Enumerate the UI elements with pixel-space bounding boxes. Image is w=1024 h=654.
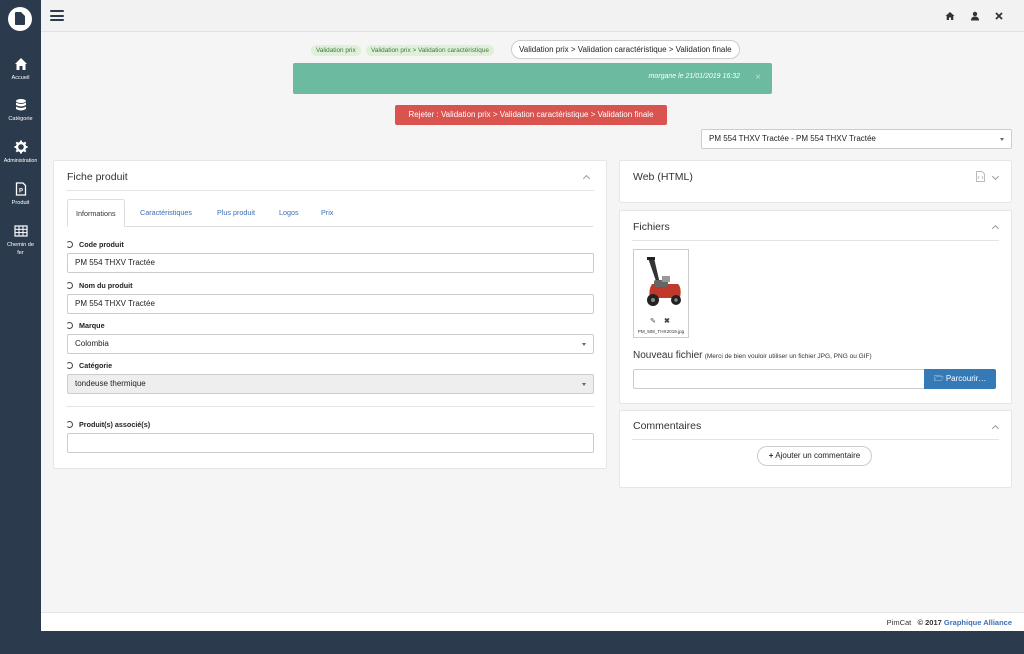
lawn-mower-image [647, 257, 681, 306]
tab-prix[interactable]: Prix [321, 199, 333, 227]
expand-icon[interactable] [991, 172, 1000, 181]
categorie-label: Catégorie [66, 361, 112, 370]
web-html-panel: Web (HTML) [619, 160, 1012, 203]
workflow-step-2[interactable]: Validation prix > Validation caractérist… [366, 45, 494, 56]
alert-close-icon[interactable]: × [755, 72, 761, 83]
svg-text:P: P [18, 189, 22, 195]
code-produit-field[interactable]: PM 554 THXV Tractée [67, 253, 594, 273]
tab-plus-produit[interactable]: Plus produit [217, 199, 255, 227]
document-logo-icon [15, 12, 25, 25]
marque-label: Marque [66, 321, 105, 330]
file-name: PM_508_THX2019.jpg [637, 329, 685, 334]
history-icon[interactable] [66, 282, 73, 289]
footer-app: PimCat [886, 618, 912, 627]
close-icon[interactable] [994, 11, 1004, 21]
chevron-down-icon [1000, 138, 1004, 141]
divider [66, 406, 594, 407]
browse-button[interactable]: 🗁 Parcourir… [924, 369, 996, 389]
categorie-select: tondeuse thermique [67, 374, 594, 394]
history-icon[interactable] [66, 241, 73, 248]
database-icon [15, 99, 26, 111]
gear-icon [14, 140, 27, 154]
divider [632, 240, 999, 241]
tab-logos[interactable]: Logos [279, 199, 299, 227]
panel-title: Fiche produit [67, 171, 128, 183]
tab-caracteristiques[interactable]: Caractéristiques [140, 199, 192, 227]
workflow-step-1[interactable]: Validation prix [311, 45, 361, 56]
product-tabs: Informations Caractéristiques Plus produ… [67, 199, 593, 227]
edit-icon[interactable]: ✎ [650, 317, 656, 325]
plus-icon: + [768, 451, 774, 460]
footer-text: PimCat © 2017 Graphique Alliance [887, 613, 1012, 632]
categorie-value: tondeuse thermique [75, 379, 146, 388]
app-logo[interactable] [8, 7, 32, 31]
nom-produit-field[interactable]: PM 554 THXV Tractée [67, 294, 594, 314]
marque-value: Colombia [75, 339, 109, 348]
panel-title: Commentaires [633, 420, 702, 432]
file-type-hint: (Merci de bien vouloir utiliser un fichi… [704, 353, 872, 360]
file-code-icon[interactable] [976, 171, 985, 182]
sidebar: Accueil Catégorie Administration P Produ… [0, 0, 41, 654]
delete-icon[interactable]: ✖ [664, 317, 670, 325]
history-icon[interactable] [66, 322, 73, 329]
collapse-icon[interactable] [582, 174, 591, 183]
chevron-down-icon [582, 343, 586, 346]
alert-message: morgane le 21/01/2019 16:32 [648, 73, 740, 80]
home-icon[interactable] [945, 11, 955, 21]
tab-informations[interactable]: Informations [67, 199, 125, 227]
product-select[interactable]: PM 554 THXV Tractée - PM 554 THXV Tracté… [701, 129, 1012, 149]
history-icon[interactable] [66, 421, 73, 428]
folder-open-icon: 🗁 [933, 374, 944, 383]
main-content: Validation prix Validation prix > Valida… [41, 32, 1024, 612]
sidebar-item-categorie[interactable]: Catégorie [0, 98, 41, 123]
home-icon [14, 58, 27, 70]
bottom-strip [41, 631, 1024, 654]
sidebar-item-administration[interactable]: Administration [0, 140, 41, 165]
collapse-icon[interactable] [991, 224, 1000, 233]
sidebar-item-label: Accueil [11, 75, 30, 81]
document-icon: P [15, 182, 26, 196]
fichiers-panel: Fichiers ✎ ✖ PM_508_THX2019.jpg Nouveau … [619, 210, 1012, 404]
commentaires-panel: Commentaires + Ajouter un commentaire [619, 410, 1012, 488]
panel-title: Web (HTML) [633, 171, 693, 183]
workflow-step-current[interactable]: Validation prix > Validation caractérist… [511, 40, 740, 59]
add-comment-button[interactable]: + Ajouter un commentaire [757, 446, 872, 466]
chevron-down-icon [582, 383, 586, 386]
panel-title: Fichiers [633, 221, 670, 233]
sidebar-item-accueil[interactable]: Accueil [0, 57, 41, 82]
footer-copyright: © 2017 [917, 618, 942, 627]
product-select-value: PM 554 THXV Tractée - PM 554 THXV Tracté… [709, 134, 876, 143]
nom-produit-label: Nom du produit [66, 281, 133, 290]
user-icon[interactable] [970, 11, 980, 21]
sidebar-item-label: Chemin de fer [6, 242, 35, 256]
footer-company-link[interactable]: Graphique Alliance [944, 618, 1012, 627]
table-icon [13, 225, 28, 237]
footer: PimCat © 2017 Graphique Alliance [41, 612, 1024, 631]
marque-select[interactable]: Colombia [67, 334, 594, 354]
top-bar [41, 0, 1024, 32]
file-path-input[interactable] [633, 369, 925, 389]
fiche-produit-panel: Fiche produit Informations Caractéristiq… [53, 160, 607, 469]
workflow-steps: Validation prix Validation prix > Valida… [41, 40, 1024, 60]
file-thumbnail[interactable]: ✎ ✖ PM_508_THX2019.jpg [633, 249, 689, 338]
reject-button[interactable]: Rejeter : Validation prix > Validation c… [395, 105, 667, 125]
divider [66, 190, 594, 191]
status-alert: morgane le 21/01/2019 16:32 × [293, 63, 772, 94]
produits-associes-label: Produit(s) associé(s) [66, 420, 150, 429]
history-icon[interactable] [66, 362, 73, 369]
produits-associes-field[interactable] [67, 433, 594, 453]
menu-icon[interactable] [50, 10, 64, 21]
sidebar-item-label: Produit [11, 200, 30, 206]
sidebar-item-produit[interactable]: P Produit [0, 182, 41, 207]
divider [632, 439, 999, 440]
collapse-icon[interactable] [991, 424, 1000, 433]
code-produit-label: Code produit [66, 240, 124, 249]
sidebar-item-label: Administration [3, 158, 38, 164]
nouveau-fichier-label: Nouveau fichier (Merci de bien vouloir u… [633, 350, 872, 361]
sidebar-item-chemin-de-fer[interactable]: Chemin de fer [0, 224, 41, 257]
sidebar-item-label: Catégorie [8, 116, 33, 122]
